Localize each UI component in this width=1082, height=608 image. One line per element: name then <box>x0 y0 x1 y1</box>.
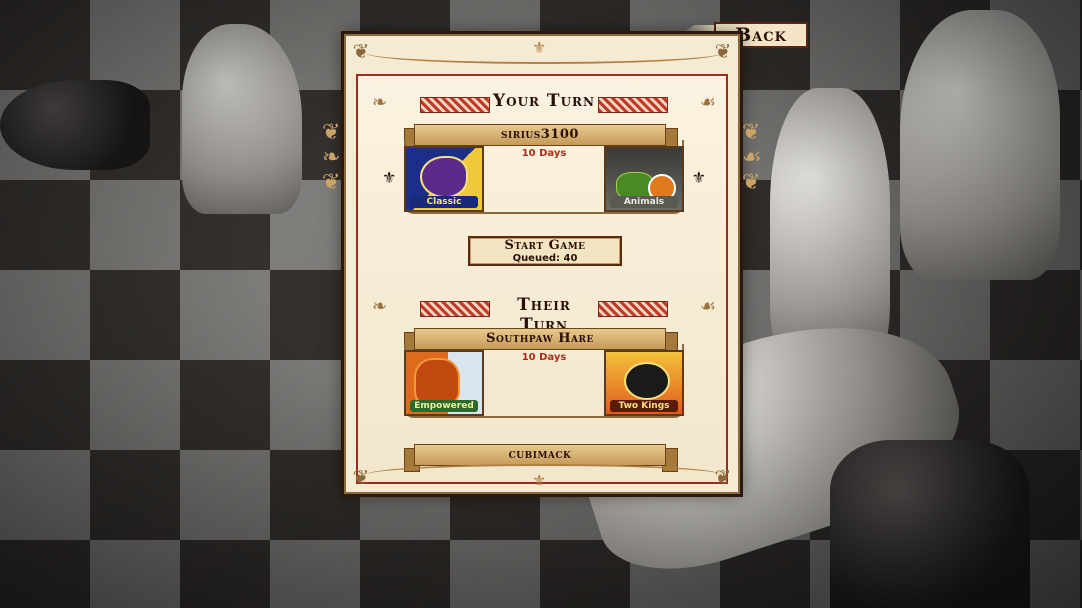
section-title: Your Turn <box>492 91 595 111</box>
corner-ornament-icon: ❦ <box>714 39 732 63</box>
fleur-de-lis-icon: ⚜ <box>691 168 706 187</box>
games-list-scroll-area[interactable]: ❧ Your Turn ☙ sirius3100 ⚜ ⚜ Classic 10 … <box>356 74 728 484</box>
crest-label: Animals <box>610 196 678 208</box>
scroll-ornament-icon: ☙ <box>699 296 716 317</box>
header-band <box>598 97 668 113</box>
header-band <box>420 301 490 317</box>
left-side-ornament-icon: ❦ ❧ ❦ <box>322 120 341 195</box>
top-ornament-icon: ⚜ <box>532 38 547 57</box>
crest-label: Classic <box>410 196 478 208</box>
corner-ornament-icon: ❦ <box>714 465 732 489</box>
crest-label: Empowered <box>410 400 478 412</box>
mask-emblem-icon <box>414 358 460 406</box>
fleur-de-lis-icon: ⚜ <box>382 168 397 187</box>
start-game-button[interactable]: Start Game Queued: 40 <box>468 236 622 266</box>
corner-ornament-icon: ❦ <box>352 39 370 63</box>
start-game-label: Start Game <box>504 238 586 253</box>
crest-animals: Animals <box>604 146 684 212</box>
lion-emblem-icon <box>420 156 468 198</box>
bottom-ornament-icon: ⚜ <box>532 471 547 490</box>
crest-two-kings: Two Kings <box>604 350 684 416</box>
scroll-ornament-icon: ❧ <box>372 92 388 113</box>
opponent-name: cubimack <box>414 444 666 466</box>
match-card[interactable]: Southpaw Hare Empowered 10 Days Two King… <box>394 328 694 418</box>
corner-ornament-icon: ❦ <box>352 465 370 489</box>
your-turn-header: ❧ Your Turn ☙ <box>372 90 716 116</box>
crest-label: Two Kings <box>610 400 678 412</box>
kings-emblem-icon <box>624 362 670 400</box>
scroll-ornament-icon: ❧ <box>372 296 388 317</box>
right-side-ornament-icon: ❦ ☙ ❦ <box>742 120 762 195</box>
header-band <box>598 301 668 317</box>
games-list-panel: ⚜ ❦ ❦ ❧ Your Turn ☙ sirius3100 ⚜ ⚜ Class… <box>344 34 740 494</box>
scroll-ornament-icon: ☙ <box>699 92 716 113</box>
header-band <box>420 97 490 113</box>
their-turn-header: ❧ Their Turn ☙ <box>372 294 716 335</box>
queued-count: Queued: 40 <box>512 253 578 264</box>
match-card[interactable]: sirius3100 ⚜ ⚜ Classic 10 Days Animals <box>382 124 706 214</box>
